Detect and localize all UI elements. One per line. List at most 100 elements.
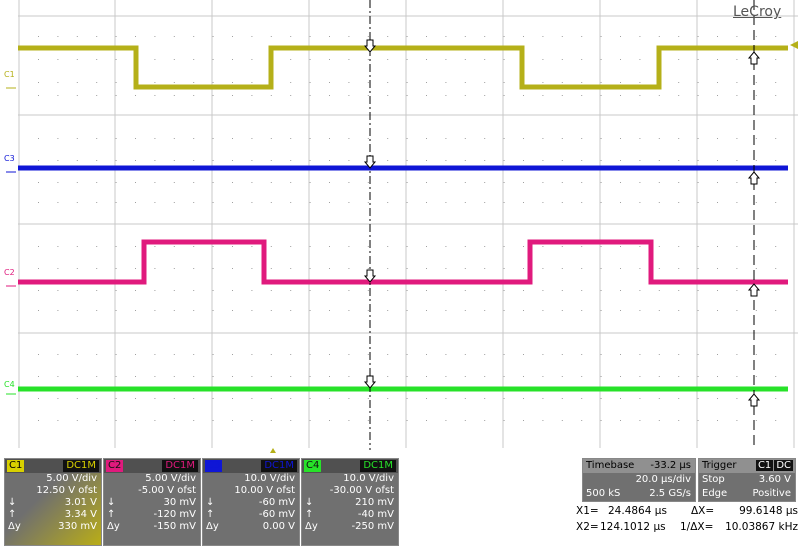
channel-box-c3[interactable]: C3 DC1M 10.0 V/div 10.00 V ofst ↓ -60 mV ↑…	[202, 458, 300, 546]
grid-dot	[76, 160, 78, 161]
grid-dot	[387, 268, 389, 269]
grid-dot	[542, 160, 544, 161]
grid-dot	[561, 420, 563, 421]
down-cursor-value: -60 mV	[258, 497, 295, 508]
grid-dot	[193, 160, 195, 161]
grid-dot	[57, 138, 59, 139]
grid-dot	[270, 182, 272, 183]
trace-label-c4: C4	[4, 380, 15, 389]
grid-dot	[639, 95, 641, 96]
channel-box-c4[interactable]: C4 DC1M 10.0 V/div -30.00 V ofst ↓ 210 mV …	[301, 458, 399, 546]
down-cursor-value: 210 mV	[355, 497, 394, 508]
grid-dot	[96, 202, 98, 203]
grid-dot	[135, 246, 136, 247]
grid-dot	[639, 182, 641, 183]
grid-dot	[445, 95, 447, 96]
grid-dot	[193, 138, 195, 139]
grid-dot	[542, 268, 544, 269]
grid-dot	[96, 59, 98, 60]
grid-dot	[542, 376, 544, 377]
grid-dot	[697, 202, 699, 203]
grid-dot	[426, 95, 427, 96]
grid-dot	[717, 202, 718, 203]
grid-dot	[270, 290, 272, 291]
trigger-label: Trigger	[702, 460, 737, 471]
grid-dot	[484, 268, 486, 269]
delta-y-value: 0.00 V	[262, 521, 295, 532]
grid-dot	[76, 82, 78, 83]
grid-dot	[115, 246, 117, 247]
grid-dot	[387, 354, 389, 355]
grid-dot	[154, 36, 156, 37]
offset: -5.00 V ofst	[138, 485, 196, 496]
trigger-type: Edge	[702, 488, 728, 499]
channel-name: C3	[205, 460, 223, 472]
grid-dot	[542, 398, 544, 399]
grid-dot	[212, 202, 214, 203]
grid-dot	[367, 398, 369, 399]
grid-dot	[775, 59, 777, 60]
grid-dot	[581, 138, 583, 139]
grid-dot	[251, 160, 253, 161]
grid-dot	[620, 36, 621, 37]
grid-dot	[523, 310, 524, 311]
grid-dot	[620, 268, 621, 269]
grid-dot	[658, 420, 660, 421]
grid-dot	[290, 310, 292, 311]
trace-label-c1: C1	[4, 70, 15, 79]
grid-dot	[57, 182, 59, 183]
grid-dot	[135, 182, 136, 183]
grid-dot	[445, 160, 447, 161]
trigger-position-marker[interactable]	[270, 448, 276, 453]
grid-dot	[251, 59, 253, 60]
grid-dot	[445, 354, 447, 355]
grid-dot	[193, 59, 195, 60]
grid-dot	[309, 398, 311, 399]
grid-dot	[484, 246, 486, 247]
grid-dot	[251, 354, 253, 355]
offset: -30.00 V ofst	[329, 485, 394, 496]
grid-dot	[290, 36, 292, 37]
channel-box-c1[interactable]: C1 DC1M 5.00 V/div 12.50 V ofst ↓ 3.01 V ↑…	[4, 458, 102, 546]
grid-dot	[115, 138, 117, 139]
grid-dot	[542, 182, 544, 183]
grid-dot	[697, 376, 699, 377]
grid-dot	[270, 36, 272, 37]
grid-dot	[154, 138, 156, 139]
trigger-box[interactable]: Trigger C1 DC Stop 3.60 V Edge Positive	[698, 458, 796, 502]
grid-dot	[523, 138, 524, 139]
trace-c1	[18, 45, 788, 90]
grid-dot	[232, 182, 233, 183]
grid-dot	[775, 246, 777, 247]
grid-dot	[717, 82, 718, 83]
grid-dot	[173, 354, 175, 355]
grid-dot	[503, 202, 505, 203]
timebase-label: Timebase	[586, 460, 635, 471]
grid-dot	[717, 246, 718, 247]
grid-dot	[329, 354, 330, 355]
grid-dot	[290, 376, 292, 377]
grid-dot	[755, 376, 757, 377]
grid-dot	[135, 202, 136, 203]
grid-dot	[775, 268, 777, 269]
grid-dot	[639, 246, 641, 247]
grid-dot	[736, 246, 738, 247]
grid-dot	[581, 310, 583, 311]
grid-dot	[620, 182, 621, 183]
cursor-up-arrow-icon	[747, 171, 761, 185]
grid-dot	[658, 36, 660, 37]
grid-dot	[96, 268, 98, 269]
grid-dot	[348, 202, 350, 203]
grid-dot	[775, 138, 777, 139]
grid-dot	[484, 376, 486, 377]
delta-y-value: 330 mV	[58, 521, 97, 532]
grid-dot	[736, 138, 738, 139]
grid-dot	[290, 268, 292, 269]
grid-dot	[154, 182, 156, 183]
channel-box-c2[interactable]: C2 DC1M 5.00 V/div -5.00 V ofst ↓ 30 mV ↑ -…	[103, 458, 201, 546]
grid-dot	[426, 420, 427, 421]
grid-dot	[154, 160, 156, 161]
grid-dot	[270, 138, 272, 139]
timebase-box[interactable]: Timebase -33.2 µs 20.0 µs/div 500 kS 2.5 G…	[582, 458, 696, 502]
grid-dot	[173, 36, 175, 37]
